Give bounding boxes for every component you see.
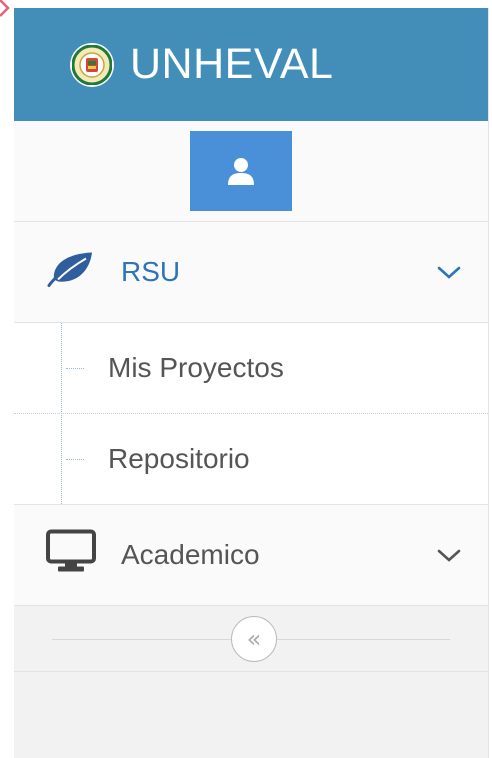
university-seal-icon	[70, 42, 114, 87]
tree-connector	[66, 368, 84, 369]
submenu-item-label: Mis Proyectos	[108, 352, 284, 383]
double-chevron-left-icon: «	[246, 624, 262, 653]
rsu-submenu: Mis Proyectos Repositorio	[14, 323, 488, 505]
navbar-brand[interactable]: UNHEVAL	[14, 8, 488, 121]
tree-connector	[66, 459, 84, 460]
sidebar-item-rsu[interactable]: RSU	[14, 222, 488, 323]
leaf-icon	[46, 250, 94, 295]
sidebar: UNHEVAL RSU Mis Proyectos Repositorio Ac…	[14, 8, 489, 758]
submenu-item-repositorio[interactable]: Repositorio	[14, 413, 488, 504]
corner-marker	[0, 0, 10, 17]
collapse-sidebar-button[interactable]: «	[231, 615, 277, 662]
sidebar-shortcuts	[14, 121, 488, 222]
sidebar-item-label: Academico	[121, 539, 260, 570]
chevron-down-icon	[436, 539, 462, 571]
brand-title: UNHEVAL	[130, 40, 334, 88]
submenu-item-mis-proyectos[interactable]: Mis Proyectos	[14, 323, 488, 413]
desktop-icon	[46, 529, 96, 581]
submenu-item-label: Repositorio	[108, 443, 250, 474]
sidebar-item-academico[interactable]: Academico	[14, 505, 488, 606]
sidebar-item-label: RSU	[121, 256, 181, 287]
sidebar-collapse-bar: «	[14, 606, 488, 672]
chevron-down-icon	[436, 256, 462, 288]
user-icon	[228, 158, 254, 185]
user-shortcut-button[interactable]	[190, 131, 292, 211]
